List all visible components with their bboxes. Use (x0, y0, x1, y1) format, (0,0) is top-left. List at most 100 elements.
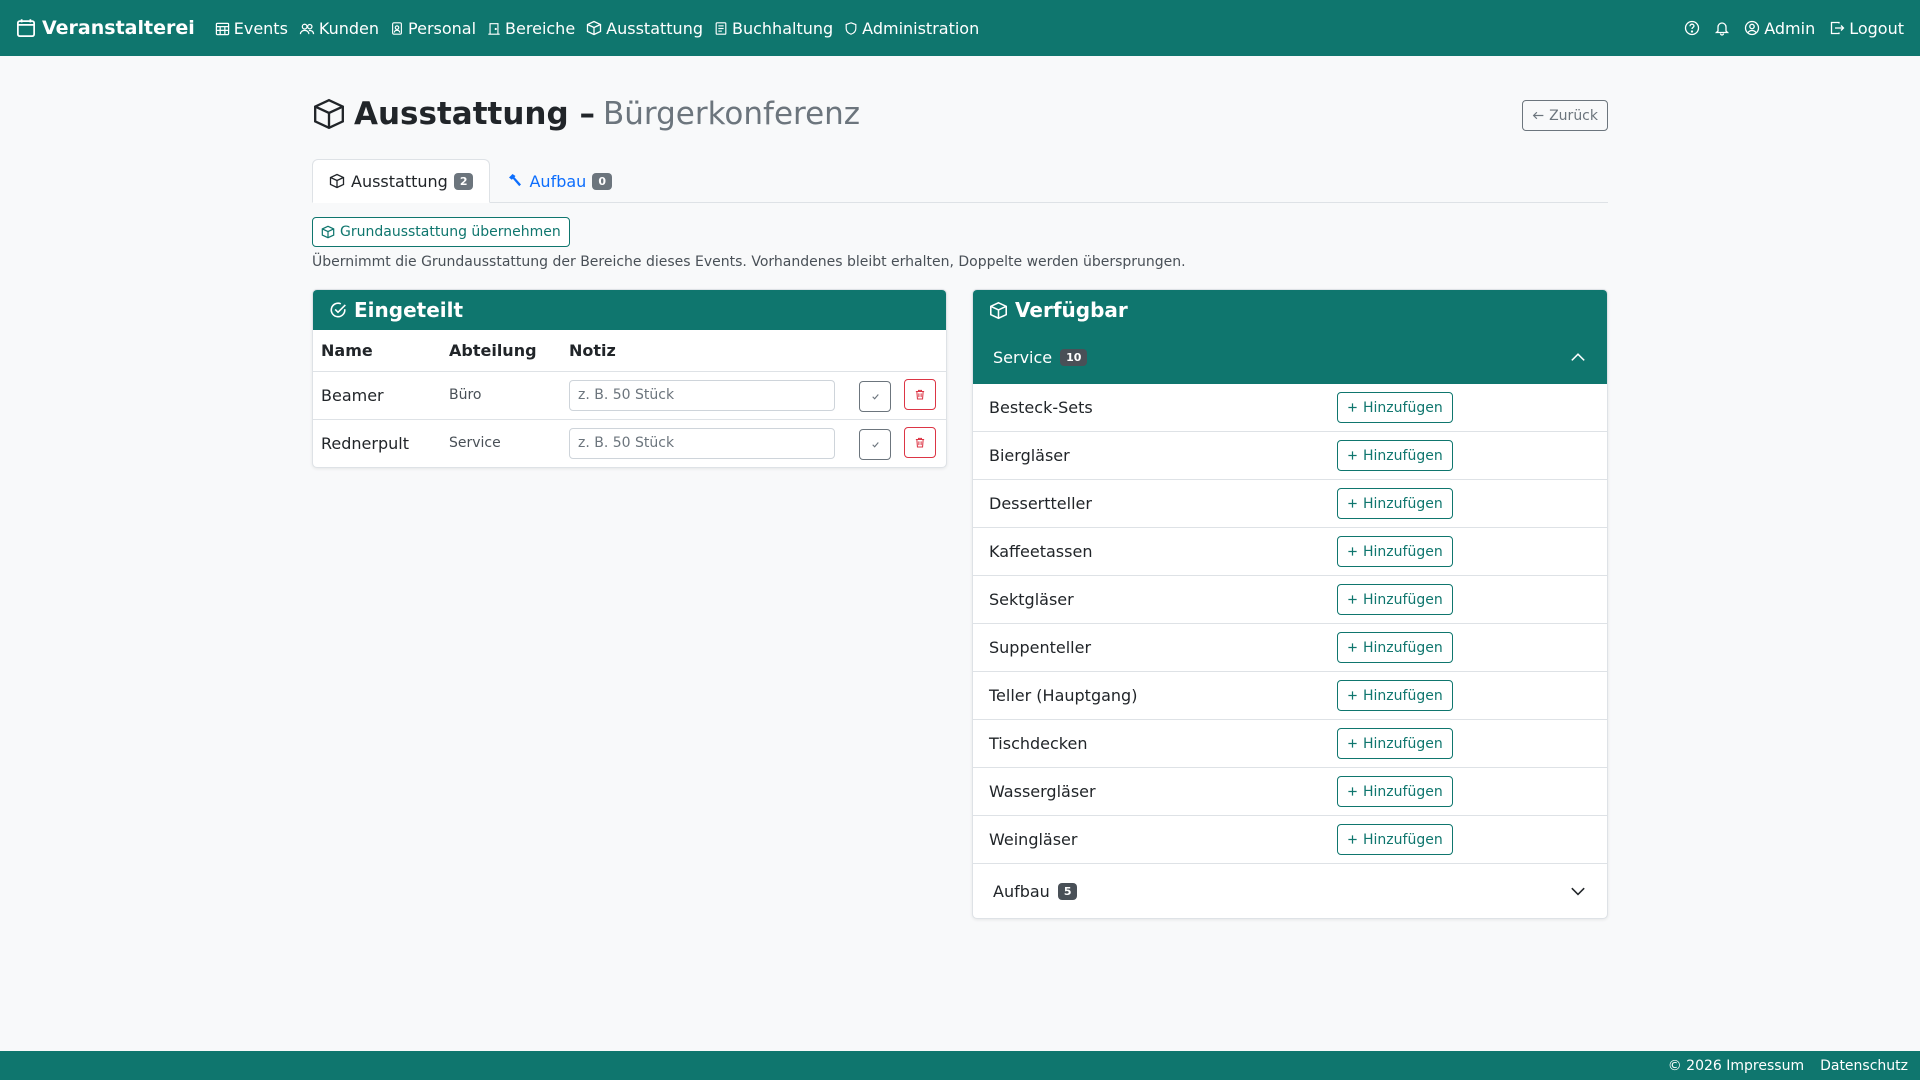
grundausstattung-button[interactable]: Grundausstattung übernehmen (312, 217, 570, 247)
note-input[interactable] (569, 427, 835, 459)
calendar-icon (16, 18, 36, 38)
accordion-service-toggle[interactable]: Service 10 (973, 330, 1607, 384)
add-button[interactable]: Hinzufügen (1337, 776, 1453, 807)
trash-icon (914, 436, 926, 449)
check-icon (871, 392, 880, 401)
nav-kunden[interactable]: Kunden (299, 19, 379, 38)
add-button[interactable]: Hinzufügen (1337, 536, 1453, 567)
accordion-aufbau-toggle[interactable]: Aufbau 5 (973, 864, 1607, 918)
check-circle-icon (329, 301, 347, 319)
back-button[interactable]: Zurück (1522, 100, 1608, 131)
tab-ausstattung[interactable]: Ausstattung 2 (312, 159, 491, 203)
tab-ausstattung-count: 2 (453, 172, 474, 190)
nav-administration[interactable]: Administration (844, 19, 979, 38)
delete-button[interactable] (904, 426, 936, 458)
add-label: Hinzufügen (1363, 447, 1443, 464)
col-name: Name (313, 330, 441, 372)
plus-icon (1347, 786, 1358, 797)
box-icon (989, 301, 1008, 320)
item-name: Kaffeetassen (989, 542, 1093, 561)
save-note-button[interactable] (859, 380, 891, 412)
user-name: Admin (1764, 18, 1816, 38)
col-abteilung: Abteilung (441, 330, 561, 372)
add-button[interactable]: Hinzufügen (1337, 728, 1453, 759)
add-label: Hinzufügen (1363, 639, 1443, 656)
chevron-down-icon (1569, 882, 1587, 900)
nav-ausstattung[interactable]: Ausstattung (586, 19, 703, 38)
box-icon (586, 20, 602, 36)
plus-icon (1347, 642, 1358, 653)
box-icon (312, 97, 346, 131)
list-item: Kaffeetassen Hinzufügen (973, 528, 1607, 576)
box-icon (329, 173, 345, 189)
brand-link[interactable]: Veranstalterei (16, 17, 195, 39)
available-card-header: Verfügbar (973, 290, 1607, 330)
brand-label: Veranstalterei (42, 17, 195, 39)
item-name: Weingläser (989, 830, 1078, 849)
list-item: Dessertteller Hinzufügen (973, 480, 1607, 528)
add-label: Hinzufügen (1363, 495, 1443, 512)
list-item: Besteck-Sets Hinzufügen (973, 384, 1607, 432)
plus-icon (1347, 546, 1358, 557)
item-name: Teller (Hauptgang) (989, 686, 1138, 705)
help-icon[interactable] (1684, 20, 1700, 36)
add-button[interactable]: Hinzufügen (1337, 392, 1453, 423)
tab-aufbau-count: 0 (592, 172, 612, 190)
tab-aufbau-label: Aufbau (529, 171, 587, 191)
plus-icon (1347, 402, 1358, 413)
nav-personal[interactable]: Personal (390, 19, 476, 38)
nav-buchhaltung[interactable]: Buchhaltung (714, 19, 833, 38)
assigned-title: Eingeteilt (354, 298, 464, 322)
plus-icon (1347, 450, 1358, 461)
logout-link[interactable]: Logout (1829, 19, 1904, 38)
add-button[interactable]: Hinzufügen (1337, 680, 1453, 711)
add-button[interactable]: Hinzufügen (1337, 632, 1453, 663)
row-note-cell (561, 419, 851, 467)
box-icon (321, 225, 335, 239)
hammer-icon (507, 173, 523, 189)
ledger-icon (714, 21, 728, 36)
row-dept: Service (449, 435, 501, 452)
nav-bereiche[interactable]: Bereiche (487, 19, 575, 38)
row-dept: Büro (441, 371, 561, 420)
datenschutz-link[interactable]: Datenschutz (1820, 1058, 1908, 1074)
add-button[interactable]: Hinzufügen (1337, 824, 1453, 855)
list-item: Tischdecken Hinzufügen (973, 720, 1607, 768)
add-label: Hinzufügen (1363, 735, 1443, 752)
group-name: Service (993, 347, 1053, 367)
note-input[interactable] (569, 379, 835, 411)
tab-aufbau[interactable]: Aufbau 0 (490, 159, 628, 203)
user-menu[interactable]: Admin (1744, 19, 1815, 38)
item-name: Suppenteller (989, 638, 1092, 657)
assigned-table-head: Name Abteilung Notiz (313, 330, 946, 372)
back-label: Zurück (1549, 107, 1598, 124)
row-actions (851, 419, 946, 467)
item-name: Sektgläser (989, 590, 1074, 609)
add-button[interactable]: Hinzufügen (1337, 488, 1453, 519)
row-actions (851, 371, 946, 420)
nav-events[interactable]: Events (215, 19, 288, 38)
nav-personal-label: Personal (408, 18, 477, 38)
service-item-list: Besteck-Sets Hinzufügen Biergläser Hinzufüg… (973, 384, 1607, 864)
footer: © 2026 Impressum Datenschutz (0, 1051, 1920, 1080)
bell-icon[interactable] (1714, 20, 1730, 36)
item-name: Wassergläser (989, 782, 1096, 801)
row-name: Rednerpult (321, 433, 409, 453)
save-note-button[interactable] (859, 428, 891, 460)
top-navbar: Veranstalterei Events Kunden Personal Be… (0, 0, 1920, 56)
row-note-cell (561, 371, 851, 420)
delete-button[interactable] (904, 378, 936, 410)
list-item: Teller (Hauptgang) Hinzufügen (973, 672, 1607, 720)
add-button[interactable]: Hinzufügen (1337, 584, 1453, 615)
shield-icon (844, 21, 858, 36)
add-button[interactable]: Hinzufügen (1337, 440, 1453, 471)
tab-bar: Ausstattung 2 Aufbau 0 (312, 159, 1608, 203)
add-label: Hinzufügen (1363, 399, 1443, 416)
impressum-link[interactable]: © 2026 Impressum (1668, 1058, 1804, 1074)
plus-icon (1347, 738, 1358, 749)
col-actions (851, 330, 946, 372)
list-item: Weingläser Hinzufügen (973, 816, 1607, 864)
plus-icon (1347, 498, 1358, 509)
nav-kunden-label: Kunden (318, 18, 380, 38)
add-label: Hinzufügen (1363, 831, 1443, 848)
